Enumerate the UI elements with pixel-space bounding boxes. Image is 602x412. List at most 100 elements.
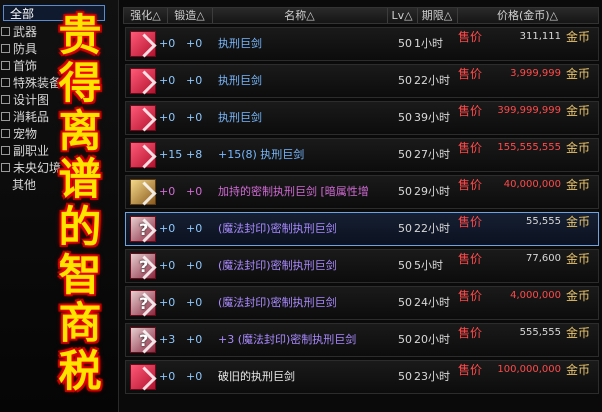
item-level: 50 — [398, 333, 412, 346]
item-name: (魔法封印)密制执刑巨剑 — [218, 296, 337, 309]
overlay-char: 贵 — [58, 11, 102, 61]
enhance-level: +0 — [159, 222, 176, 235]
expand-box-icon[interactable] — [1, 163, 10, 172]
enhance-level: +3 — [159, 333, 176, 346]
item-price: 4,000,000 — [510, 290, 561, 301]
greatsword-icon[interactable]: ? — [130, 290, 156, 316]
expand-box-icon[interactable] — [1, 112, 10, 121]
forge-level: +0 — [186, 37, 203, 50]
greatsword-icon[interactable] — [130, 364, 156, 390]
item-name: (魔法封印)密制执刑巨剑 — [218, 259, 337, 272]
sidebar-item-other[interactable]: 其他 — [12, 177, 36, 194]
sidebar-item-label: 防具 — [13, 42, 38, 56]
forge-level: +0 — [186, 74, 203, 87]
overlay-char: 谱 — [58, 155, 102, 205]
item-name: +15(8) 执刑巨剑 — [218, 148, 305, 161]
greatsword-icon[interactable]: ? — [130, 253, 156, 279]
item-price: 77,600 — [526, 253, 561, 264]
sidebar-item-consumable[interactable]: 消耗品 — [0, 109, 49, 126]
listing-row[interactable]: +0 +0 执刑巨剑 50 39小时 售价 399,999,999 金币 — [125, 101, 599, 135]
overlay-char: 税 — [58, 347, 102, 397]
sidebar-item-armor[interactable]: 防具 — [0, 41, 37, 58]
sort-level-header[interactable]: Lv△ — [387, 8, 418, 23]
listing-row[interactable]: +0 +0 执刑巨剑 50 22小时 售价 3,999,999 金币 — [125, 64, 599, 98]
expand-box-icon[interactable] — [1, 44, 10, 53]
enhance-level: +0 — [159, 259, 176, 272]
sell-label: 售价 — [458, 363, 483, 377]
currency-label: 金币 — [566, 289, 591, 303]
remaining-time: 27小时 — [414, 148, 450, 161]
expand-box-icon[interactable] — [1, 95, 10, 104]
greatsword-icon[interactable]: ? — [130, 216, 156, 242]
greatsword-icon[interactable]: ? — [130, 327, 156, 353]
sell-label: 售价 — [458, 141, 483, 155]
forge-level: +0 — [186, 370, 203, 383]
greatsword-icon[interactable] — [130, 179, 156, 205]
listing-row[interactable]: ? +3 +0 +3 (魔法封印)密制执刑巨剑 50 20小时 售价 555,555 金币 — [125, 323, 599, 357]
forge-level: +0 — [186, 185, 203, 198]
currency-label: 金币 — [566, 178, 591, 192]
sidebar-item-label: 首饰 — [13, 59, 38, 73]
currency-label: 金币 — [566, 67, 591, 81]
item-level: 50 — [398, 370, 412, 383]
listing-row[interactable]: ? +0 +0 (魔法封印)密制执刑巨剑 50 22小时 售价 55,555 金币 — [125, 212, 599, 246]
remaining-time: 22小时 — [414, 222, 450, 235]
item-price: 3,999,999 — [510, 68, 561, 79]
enhance-level: +0 — [159, 370, 176, 383]
sidebar-item-jewelry[interactable]: 首饰 — [0, 58, 37, 75]
sealed-question-icon: ? — [139, 220, 149, 239]
sidebar-item-pet[interactable]: 宠物 — [0, 126, 37, 143]
item-name: 加持的密制执刑巨剑 [暗属性增 — [218, 185, 369, 198]
currency-label: 金币 — [566, 252, 591, 266]
sidebar-item-subjob[interactable]: 副职业 — [0, 143, 49, 160]
currency-label: 金币 — [566, 363, 591, 377]
listing-row[interactable]: +0 +0 执刑巨剑 50 1小时 售价 311,111 金币 — [125, 27, 599, 61]
greatsword-icon[interactable] — [130, 105, 156, 131]
listing-row[interactable]: +0 +0 破旧的执刑巨剑 50 23小时 售价 100,000,000 金币 — [125, 360, 599, 394]
item-name: (魔法封印)密制执刑巨剑 — [218, 222, 337, 235]
greatsword-icon[interactable] — [130, 142, 156, 168]
expand-box-icon[interactable] — [1, 129, 10, 138]
item-price: 100,000,000 — [497, 364, 561, 375]
sort-forge-header[interactable]: 锻造△ — [167, 8, 213, 23]
remaining-time: 5小时 — [414, 259, 443, 272]
greatsword-icon[interactable] — [130, 31, 156, 57]
item-name: 执刑巨剑 — [218, 37, 262, 50]
sort-duration-header[interactable]: 期限△ — [417, 8, 458, 23]
sealed-question-icon: ? — [139, 257, 149, 276]
item-level: 50 — [398, 111, 412, 124]
expand-box-icon[interactable] — [1, 78, 10, 87]
listing-row[interactable]: ? +0 +0 (魔法封印)密制执刑巨剑 50 5小时 售价 77,600 金币 — [125, 249, 599, 283]
listing-row[interactable]: ? +0 +0 (魔法封印)密制执刑巨剑 50 24小时 售价 4,000,000 金币 — [125, 286, 599, 320]
item-name: +3 (魔法封印)密制执刑巨剑 — [218, 333, 357, 346]
overlay-char: 智 — [58, 251, 102, 301]
enhance-level: +0 — [159, 185, 176, 198]
remaining-time: 24小时 — [414, 296, 450, 309]
item-level: 50 — [398, 185, 412, 198]
sell-label: 售价 — [458, 215, 483, 229]
sealed-question-icon: ? — [139, 294, 149, 313]
enhance-level: +0 — [159, 37, 176, 50]
currency-label: 金币 — [566, 326, 591, 340]
sell-label: 售价 — [458, 252, 483, 266]
listing-row[interactable]: +15 +8 +15(8) 执刑巨剑 50 27小时 售价 155,555,555 金币 — [125, 138, 599, 172]
forge-level: +0 — [186, 333, 203, 346]
sidebar-item-label: 武器 — [13, 25, 38, 39]
sealed-question-icon: ? — [139, 331, 149, 350]
item-level: 50 — [398, 296, 412, 309]
sort-name-header[interactable]: 名称△ — [212, 8, 388, 23]
item-level: 50 — [398, 259, 412, 272]
expand-box-icon[interactable] — [1, 61, 10, 70]
expand-box-icon[interactable] — [1, 27, 10, 36]
forge-level: +8 — [186, 148, 203, 161]
sidebar-item-weapon[interactable]: 武器 — [0, 24, 37, 41]
remaining-time: 39小时 — [414, 111, 450, 124]
listing-row[interactable]: +0 +0 加持的密制执刑巨剑 [暗属性增 50 29小时 售价 40,000,000 金币 — [125, 175, 599, 209]
enhance-level: +0 — [159, 111, 176, 124]
expand-box-icon[interactable] — [1, 146, 10, 155]
sell-label: 售价 — [458, 178, 483, 192]
forge-level: +0 — [186, 296, 203, 309]
sort-enhance-header[interactable]: 强化△ — [124, 8, 168, 23]
sidebar-item-blueprint[interactable]: 设计图 — [0, 92, 49, 109]
greatsword-icon[interactable] — [130, 68, 156, 94]
